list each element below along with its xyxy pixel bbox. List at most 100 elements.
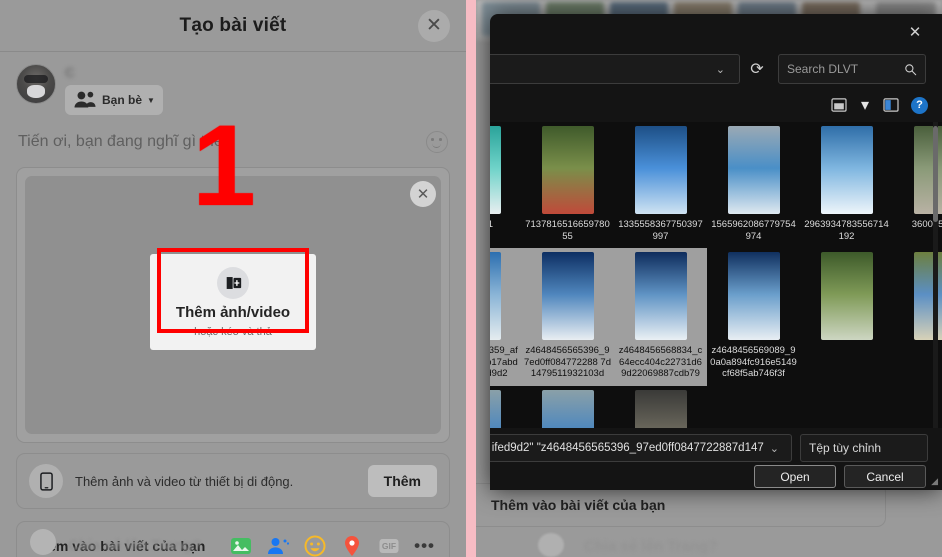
file-name: z4648456569089_90a0a894fc916e5149cf68f5a… bbox=[710, 345, 797, 380]
file-type-value: Tệp tùy chỉnh bbox=[809, 441, 882, 455]
background-avatar bbox=[538, 533, 564, 557]
mobile-upload-text: Thêm ảnh và video từ thiết bị di động. bbox=[75, 473, 294, 489]
search-placeholder: Search DLVT bbox=[787, 62, 859, 76]
page-title: Tạo bài viết bbox=[179, 14, 287, 36]
audience-selector[interactable]: Bạn bè ▼ bbox=[65, 85, 163, 115]
file-thumbnail bbox=[490, 252, 501, 341]
gif-icon[interactable]: GIF bbox=[377, 534, 401, 557]
mobile-phone-icon bbox=[29, 464, 63, 498]
refresh-icon[interactable]: ⟳ bbox=[746, 59, 768, 79]
close-icon[interactable]: ✕ bbox=[904, 22, 926, 42]
phone-glyph bbox=[39, 471, 53, 491]
file-name: z4648456565396_97ed0ff084772288 7d147951… bbox=[524, 345, 611, 380]
highlight-box-add-media bbox=[157, 248, 309, 333]
close-icon[interactable]: ✕ bbox=[418, 9, 450, 42]
panel-divider bbox=[466, 0, 476, 557]
file-name: z4648456559359_af28a0f5be56cb17abda76a81… bbox=[490, 345, 518, 380]
mobile-add-button[interactable]: Thêm bbox=[367, 465, 437, 497]
view-dropdown-caret[interactable]: ▾ bbox=[859, 96, 871, 114]
file-thumbnail bbox=[634, 126, 687, 214]
file-name: 1710551 bbox=[490, 219, 493, 230]
preview-pane-icon[interactable] bbox=[881, 96, 901, 114]
file-name: z4648456568834_c64ecc404c22731d69d220698… bbox=[618, 345, 703, 380]
file-item-selected[interactable]: z4648456559359_af28a0f5be56cb17abda76a81… bbox=[490, 248, 521, 386]
file-open-dialog: ✕ ⌄ ⟳ Search DLVT ▾ ? 1 7137816516659780… bbox=[490, 14, 942, 490]
mobile-upload-row: Thêm ảnh và video từ thiết bị di động. T… bbox=[16, 453, 450, 509]
dialog-navbar: ⌄ ⟳ Search DLVT bbox=[490, 50, 942, 90]
file-type-filter[interactable]: Tệp tùy chỉnh bbox=[800, 434, 928, 462]
user-name: C bbox=[65, 65, 77, 80]
file-thumbnail bbox=[634, 252, 687, 341]
file-item[interactable]: 1335558367750397997 bbox=[614, 122, 707, 248]
file-name: 2963934783556714192 bbox=[804, 219, 889, 242]
dialog-view-toolbar: ▾ ? bbox=[490, 90, 942, 120]
file-item[interactable]: 2963934783556714192 bbox=[800, 122, 893, 248]
background-bottom-label: Chia sẻ lên Trang? bbox=[584, 538, 718, 555]
file-grid-container[interactable]: 1710551 713781651665978055 133555836775039… bbox=[490, 122, 942, 428]
file-item[interactable] bbox=[614, 386, 707, 428]
share-page-label: Chia sẻ lên Trang? bbox=[68, 537, 202, 554]
file-item[interactable] bbox=[521, 386, 614, 428]
view-layout-icon[interactable] bbox=[829, 96, 849, 114]
file-item-selected[interactable]: z4648456565396_97ed0ff084772288 7d147951… bbox=[521, 248, 614, 386]
file-thumbnail bbox=[820, 126, 873, 214]
file-item[interactable]: z4648456569089_90a0a894fc916e5149cf68f5a… bbox=[707, 248, 800, 386]
search-input[interactable]: Search DLVT bbox=[778, 54, 926, 84]
file-name: 1565962086779754974 bbox=[711, 219, 796, 242]
tag-people-icon[interactable] bbox=[266, 534, 290, 557]
resize-grip-icon[interactable]: ◢ bbox=[931, 476, 938, 487]
file-name: 1335558367750397997 bbox=[618, 219, 703, 242]
file-thumbnail bbox=[727, 252, 780, 341]
file-item[interactable] bbox=[800, 248, 893, 386]
screenshot-root: Tạo bài viết ✕ C Bạn bè ▼ Tiến ơi, bạn đ… bbox=[0, 0, 942, 557]
dialog-footer: ifed9d2" "z4648456565396_97ed0ff08477228… bbox=[490, 428, 942, 490]
emoji-icon[interactable] bbox=[426, 131, 448, 153]
file-item-selected[interactable]: z4648456568834_c64ecc404c22731d69d220698… bbox=[614, 248, 707, 386]
search-icon bbox=[905, 63, 917, 75]
file-item[interactable]: 1710551 bbox=[490, 122, 521, 248]
file-thumbnail bbox=[490, 389, 501, 428]
filename-input[interactable]: ifed9d2" "z4648456565396_97ed0ff08477228… bbox=[490, 434, 792, 462]
add-to-post-icons: GIF ••• bbox=[229, 534, 435, 557]
file-item[interactable] bbox=[490, 386, 521, 428]
view-layout-glyph bbox=[831, 98, 847, 112]
address-bar[interactable]: ⌄ bbox=[490, 54, 740, 84]
step-number-1: 1 bbox=[192, 102, 256, 230]
chevron-down-icon: ▼ bbox=[147, 95, 155, 105]
preview-pane-glyph bbox=[883, 98, 899, 112]
dialog-titlebar: ✕ bbox=[490, 14, 942, 50]
file-thumbnail bbox=[634, 389, 687, 428]
background-add-to-post-label: Thêm vào bài viết của bạn bbox=[491, 497, 666, 513]
cancel-button[interactable]: Cancel bbox=[844, 465, 926, 488]
location-icon[interactable] bbox=[340, 534, 364, 557]
user-meta: C Bạn bè ▼ bbox=[65, 64, 163, 117]
file-name: 713781651665978055 bbox=[525, 219, 610, 242]
dropzone-close-icon[interactable]: ✕ bbox=[410, 181, 436, 207]
more-icon[interactable]: ••• bbox=[414, 537, 435, 554]
file-thumbnail bbox=[541, 252, 594, 341]
open-button[interactable]: Open bbox=[754, 465, 836, 488]
file-grid: 1710551 713781651665978055 133555836775039… bbox=[490, 122, 942, 428]
help-icon[interactable]: ? bbox=[911, 96, 928, 114]
file-thumbnail bbox=[820, 252, 873, 341]
file-thumbnail bbox=[541, 389, 594, 428]
chevron-down-icon[interactable]: ⌄ bbox=[764, 442, 785, 455]
svg-text:GIF: GIF bbox=[382, 541, 396, 551]
file-picker-panel: giúp ta tìm ở hộ, bảo tồn Thêm vào bài v… bbox=[476, 0, 942, 557]
audience-label: Bạn bè bbox=[102, 93, 143, 107]
file-item[interactable]: 1565962086779754974 bbox=[707, 122, 800, 248]
chevron-down-icon[interactable]: ⌄ bbox=[710, 63, 731, 76]
filename-value: ifed9d2" "z4648456565396_97ed0ff08477228… bbox=[491, 442, 764, 454]
file-thumbnail bbox=[490, 126, 501, 214]
create-post-header: Tạo bài viết ✕ bbox=[0, 0, 466, 52]
file-thumbnail bbox=[541, 126, 594, 214]
share-page-avatar bbox=[30, 529, 56, 555]
scrollbar-thumb[interactable] bbox=[933, 126, 938, 222]
feeling-icon[interactable] bbox=[303, 534, 327, 557]
avatar[interactable] bbox=[16, 64, 56, 104]
file-item[interactable]: 713781651665978055 bbox=[521, 122, 614, 248]
facebook-create-post-panel: Tạo bài viết ✕ C Bạn bè ▼ Tiến ơi, bạn đ… bbox=[0, 0, 466, 557]
photo-video-icon[interactable] bbox=[229, 534, 253, 557]
file-thumbnail bbox=[727, 126, 780, 214]
friends-icon bbox=[74, 91, 96, 108]
